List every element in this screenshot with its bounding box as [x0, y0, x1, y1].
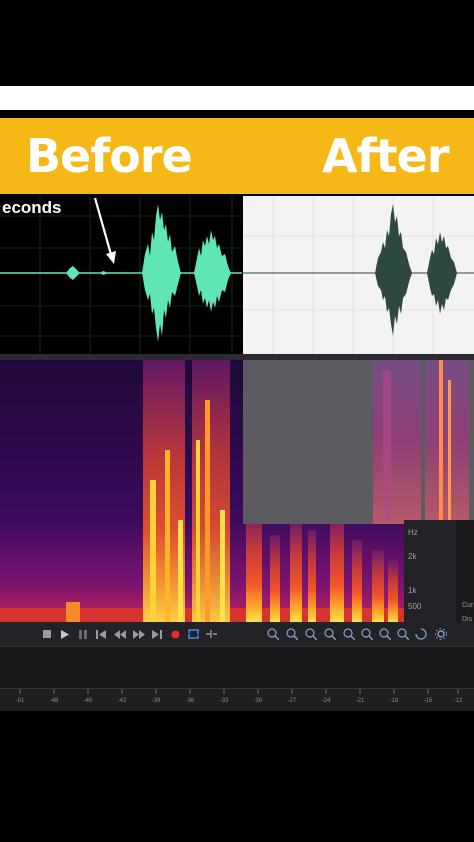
timeline-ticks	[19, 689, 459, 694]
zoom-in-frequency-icon[interactable]	[376, 625, 394, 643]
freq-tick-label: 2k	[408, 552, 417, 561]
timeline-tick-label: -15	[423, 698, 433, 704]
timeline-tick-label: -27	[287, 698, 297, 704]
properties-panel[interactable]: Cur Dis	[456, 520, 474, 623]
timeline-tick-label: -39	[151, 698, 161, 704]
timeline-tick-label: -33	[219, 698, 229, 704]
timeline-tick-label: -42	[117, 698, 127, 704]
panel-label: Cur	[462, 602, 474, 609]
timeline-tick-label: -51	[15, 698, 25, 704]
rewind-icon[interactable]	[111, 625, 129, 643]
timeline-tick-label: -21	[355, 698, 365, 704]
reset-zoom-icon[interactable]	[412, 625, 430, 643]
timeline-tick-label: -48	[49, 698, 59, 704]
freq-unit-label: Hz	[408, 528, 418, 537]
zoom-in-time-icon[interactable]	[321, 625, 339, 643]
window-top-bar	[0, 86, 474, 110]
timeline-tick-label: -30	[253, 698, 263, 704]
freq-tick-label: 1k	[408, 586, 417, 595]
fast-forward-icon[interactable]	[130, 625, 148, 643]
after-spectrogram-image	[243, 360, 474, 524]
before-label: Before	[26, 129, 193, 183]
editor-track-area[interactable]	[0, 646, 474, 689]
play-icon[interactable]	[56, 625, 74, 643]
timeline-tick-label: -45	[83, 698, 93, 704]
frequency-axis: Hz 2k 1k 500	[404, 520, 456, 622]
record-icon[interactable]	[166, 625, 184, 643]
skip-to-start-icon[interactable]	[92, 625, 110, 643]
after-waveform-panel[interactable]	[243, 196, 474, 354]
comparison-banner: Before After	[0, 118, 474, 194]
transport-bar	[0, 622, 474, 646]
zoom-full-icon[interactable]	[358, 625, 376, 643]
zoom-to-selection-icon[interactable]	[302, 625, 320, 643]
stop-icon[interactable]	[38, 625, 56, 643]
zoom-out-amplitude-icon[interactable]	[283, 625, 301, 643]
freq-tick-label: 500	[408, 602, 422, 611]
zoom-in-amplitude-icon[interactable]	[264, 625, 282, 643]
after-label: After	[322, 129, 449, 183]
after-waveform	[243, 196, 474, 354]
zoom-out-time-icon[interactable]	[340, 625, 358, 643]
zoom-out-frequency-icon[interactable]	[394, 625, 412, 643]
pause-icon[interactable]	[74, 625, 92, 643]
settings-icon[interactable]	[432, 625, 450, 643]
skip-selection-icon[interactable]	[202, 625, 220, 643]
timeline-tick-label: -18	[389, 698, 399, 704]
timeline-tick-label: -12	[453, 698, 463, 704]
skip-to-end-icon[interactable]	[148, 625, 166, 643]
after-spectrogram[interactable]	[243, 360, 474, 524]
timeline-tick-label: -36	[185, 698, 195, 704]
timeline-ruler[interactable]: -51 -48 -45 -42 -39 -36 -33 -30 -27 -24 …	[0, 688, 474, 711]
timeline-tick-label: -24	[321, 698, 331, 704]
loop-icon[interactable]	[184, 625, 202, 643]
annotation-text: econds	[2, 198, 62, 217]
